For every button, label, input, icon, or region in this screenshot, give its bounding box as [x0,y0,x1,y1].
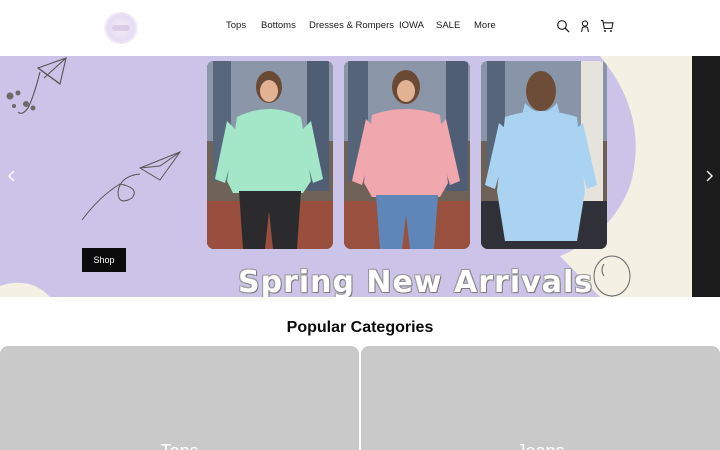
category-card-tops[interactable]: Tops [0,346,359,450]
category-card-jeans[interactable]: Jeans [361,346,720,450]
hero-carousel: Shop Spring New Arrivals [0,56,720,297]
nav-item-more[interactable]: More [474,20,496,31]
cart-icon[interactable] [600,19,614,33]
section-title-popular-categories: Popular Categories [286,319,434,336]
nav-item-iowa[interactable]: IOWA [399,20,424,31]
account-icon[interactable] [578,19,592,33]
site-logo[interactable] [104,12,138,44]
chevron-left-icon[interactable] [5,169,19,183]
category-label: Jeans [361,441,720,450]
nav-item-tops[interactable]: Tops [226,20,246,31]
nav-item-dresses-rompers[interactable]: Dresses & Rompers [309,20,394,31]
category-label: Tops [0,441,359,450]
logo-mark [112,25,130,31]
chevron-right-icon[interactable] [702,169,716,183]
nav-item-sale[interactable]: SALE [436,20,460,31]
header-icons [556,19,614,33]
hero-banner-title: Spring New Arrivals [238,265,594,297]
site-header: Tops Bottoms Dresses & Rompers IOWA SALE… [0,0,720,56]
nav-item-bottoms[interactable]: Bottoms [261,20,296,31]
shop-button[interactable]: Shop [82,248,126,272]
hero-photo-mint-hoodie [207,61,333,249]
search-icon[interactable] [556,19,570,33]
hero-photo-blue-hoodie-back [481,61,607,249]
hero-photo-pink-sweater [344,61,470,249]
